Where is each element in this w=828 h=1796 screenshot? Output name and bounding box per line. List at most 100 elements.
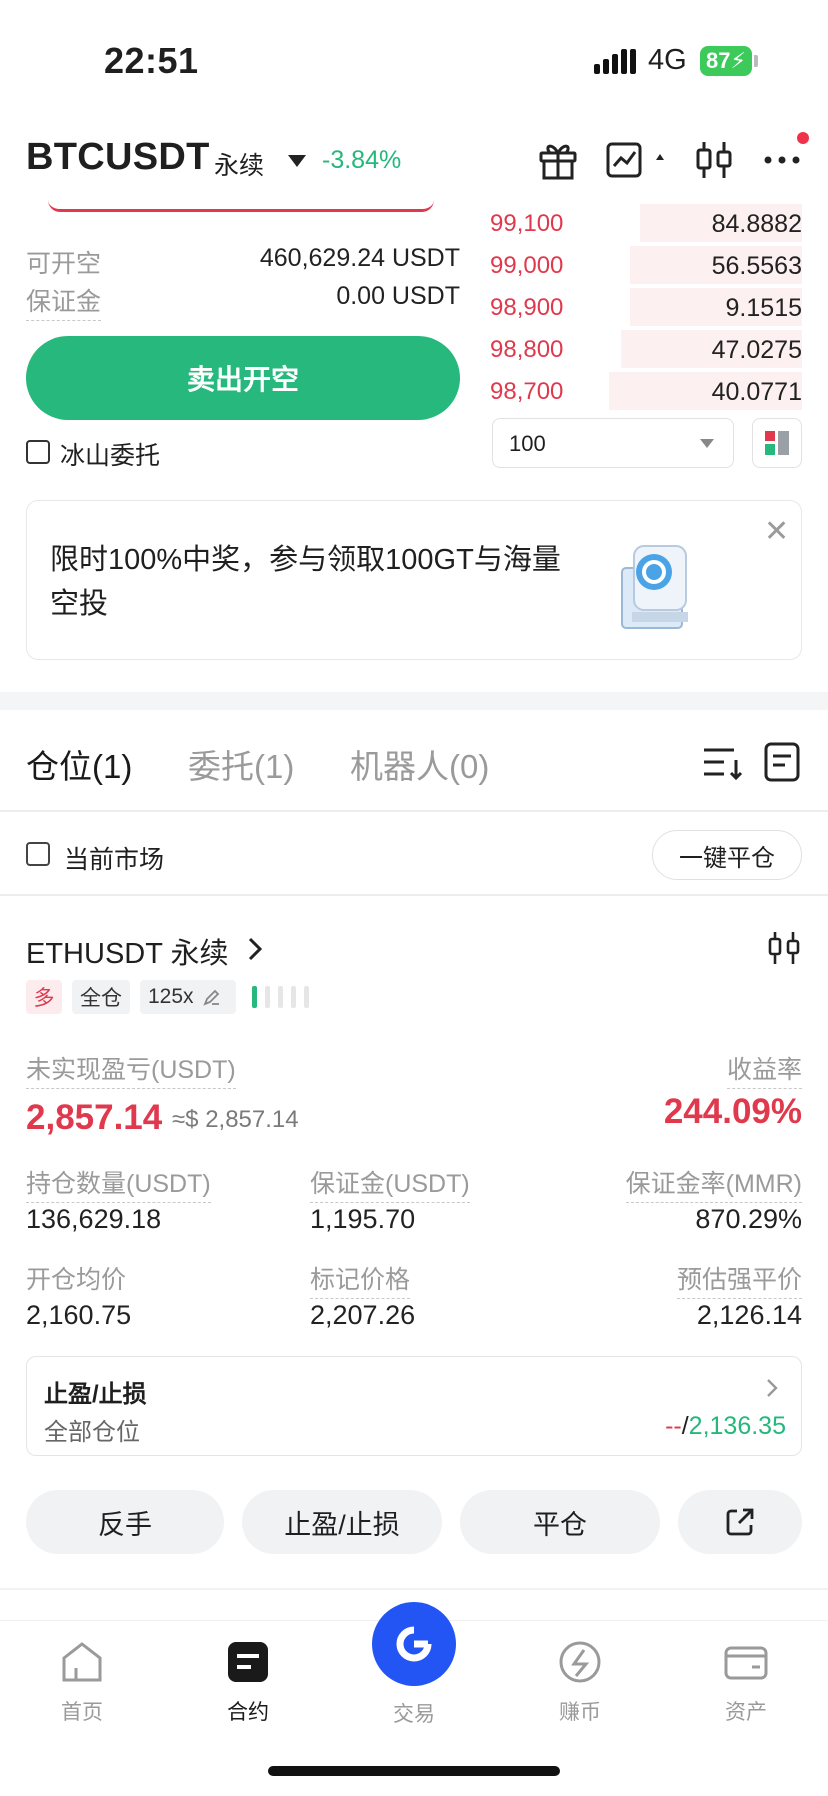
available-label: 可开空: [26, 250, 102, 278]
gift-icon[interactable]: [536, 138, 580, 182]
divider-line: [0, 894, 828, 896]
margin-mode-badge: 全仓: [72, 980, 130, 1014]
orderbook-row[interactable]: 98,700 40.0771: [490, 372, 802, 412]
share-button[interactable]: [678, 1490, 802, 1554]
leverage-badge[interactable]: 125x: [140, 980, 236, 1014]
candlestick-icon[interactable]: [692, 138, 736, 182]
trade-icon: [396, 1626, 432, 1662]
divider-line: [0, 810, 828, 812]
layout-icon: [765, 431, 789, 455]
orderbook-row[interactable]: 99,000 56.5563: [490, 246, 802, 286]
nav-home[interactable]: 首页: [22, 1636, 142, 1726]
earn-icon: [559, 1641, 601, 1683]
network-type: 4G: [648, 44, 687, 76]
leverage-value: 125x: [148, 985, 194, 1008]
notification-dot: [797, 132, 809, 144]
section-divider: [0, 692, 828, 710]
promo-gift-icon: [621, 545, 688, 629]
slider-track[interactable]: [48, 200, 434, 212]
ask-price: 98,900: [490, 294, 564, 321]
sell-short-button[interactable]: 卖出开空: [26, 336, 460, 420]
banner-text: 限时100%中奖，参与领取100GT与海量空投: [50, 544, 561, 620]
nav-earn-label: 赚币: [559, 1701, 601, 1724]
unrealized-value: 2,857.14: [26, 1098, 163, 1137]
ask-price: 98,700: [490, 378, 564, 405]
home-indicator: [268, 1766, 560, 1776]
book-layout-button[interactable]: [752, 418, 802, 468]
tp-value: --: [665, 1412, 682, 1440]
depth-value: 100: [509, 431, 546, 456]
reverse-button[interactable]: 反手: [26, 1490, 224, 1554]
ask-qty: 56.5563: [711, 252, 802, 280]
ask-qty: 84.8882: [711, 210, 802, 238]
iceberg-label: 冰山委托: [60, 442, 161, 470]
roe-label: 收益率: [726, 1050, 802, 1089]
tab-positions[interactable]: 仓位(1): [26, 740, 132, 788]
tab-bots[interactable]: 机器人(0): [350, 740, 489, 788]
margin-label: 保证金: [26, 282, 102, 321]
roe-value: 244.09%: [663, 1092, 802, 1131]
side-badge: 多: [26, 980, 62, 1014]
close-position-button[interactable]: 平仓: [460, 1490, 660, 1554]
current-market-label: 当前市场: [64, 846, 165, 874]
symbol-title[interactable]: BTCUSDT: [26, 136, 210, 179]
signal-icon: [594, 49, 636, 74]
sort-icon[interactable]: [700, 740, 744, 784]
trade-button[interactable]: [372, 1602, 456, 1686]
ask-price: 98,800: [490, 336, 564, 363]
position-symbol[interactable]: ETHUSDT 永续: [26, 930, 228, 972]
ask-qty: 47.0275: [711, 336, 802, 364]
nav-earn[interactable]: 赚币: [520, 1636, 640, 1726]
nav-trade[interactable]: 交易: [354, 1698, 474, 1728]
nav-home-label: 首页: [61, 1701, 103, 1724]
available-value: 460,629.24 USDT: [259, 244, 460, 272]
size-value: 136,629.18: [26, 1204, 162, 1234]
wallet-icon: [724, 1646, 768, 1680]
sl-value: 2,136.35: [688, 1412, 786, 1440]
nav-trade-label: 交易: [393, 1703, 435, 1726]
adl-indicator: [252, 986, 309, 1008]
share-icon: [726, 1508, 754, 1536]
ask-qty: 40.0771: [711, 378, 802, 406]
orderbook-row[interactable]: 98,800 47.0275: [490, 330, 802, 370]
mmr-value: 870.29%: [695, 1204, 802, 1234]
current-market-checkbox[interactable]: [26, 842, 50, 866]
symbol-dropdown-icon[interactable]: [288, 155, 306, 167]
tpsl-button[interactable]: 止盈/止损: [242, 1490, 442, 1554]
unrealized-approx: ≈$ 2,857.14: [172, 1106, 299, 1133]
divider-line: [0, 1588, 828, 1590]
nav-assets[interactable]: 资产: [686, 1636, 806, 1726]
orderbook-row[interactable]: 98,900 9.1515: [490, 288, 802, 328]
candlestick-icon[interactable]: [766, 930, 802, 966]
tab-orders[interactable]: 委托(1): [188, 740, 294, 788]
iceberg-checkbox[interactable]: [26, 440, 50, 464]
close-icon[interactable]: ✕: [764, 514, 789, 549]
home-icon: [62, 1642, 102, 1682]
depth-select[interactable]: 100: [492, 418, 734, 468]
margin-value: 0.00 USDT: [336, 282, 460, 310]
chart-icon[interactable]: [604, 138, 668, 182]
battery-tip: [754, 55, 758, 67]
close-all-button[interactable]: 一键平仓: [652, 830, 802, 880]
price-change: -3.84%: [322, 146, 402, 174]
edit-icon: [202, 989, 219, 1006]
chevron-right-icon[interactable]: [244, 934, 266, 964]
nav-futures-label: 合约: [227, 1701, 269, 1724]
mmr-label: 保证金率(MMR): [625, 1164, 802, 1203]
ask-price: 99,100: [490, 210, 564, 237]
records-icon[interactable]: [760, 740, 804, 784]
futures-icon: [228, 1642, 268, 1682]
liq-label: 预估强平价: [676, 1260, 802, 1299]
liq-value: 2,126.14: [696, 1300, 802, 1330]
pos-margin-value: 1,195.70: [310, 1204, 416, 1234]
orderbook-row[interactable]: 99,100 84.8882: [490, 204, 802, 244]
chevron-right-icon: [767, 1379, 778, 1397]
size-label: 持仓数量(USDT): [26, 1164, 211, 1203]
more-icon[interactable]: [760, 138, 804, 182]
tpsl-separator: /: [681, 1412, 689, 1440]
nav-futures[interactable]: 合约: [188, 1636, 308, 1726]
contract-type[interactable]: 永续: [214, 146, 264, 182]
battery-level: 87: [706, 48, 731, 73]
ask-price: 99,000: [490, 252, 564, 279]
tpsl-values: --/2,136.35: [665, 1412, 786, 1441]
